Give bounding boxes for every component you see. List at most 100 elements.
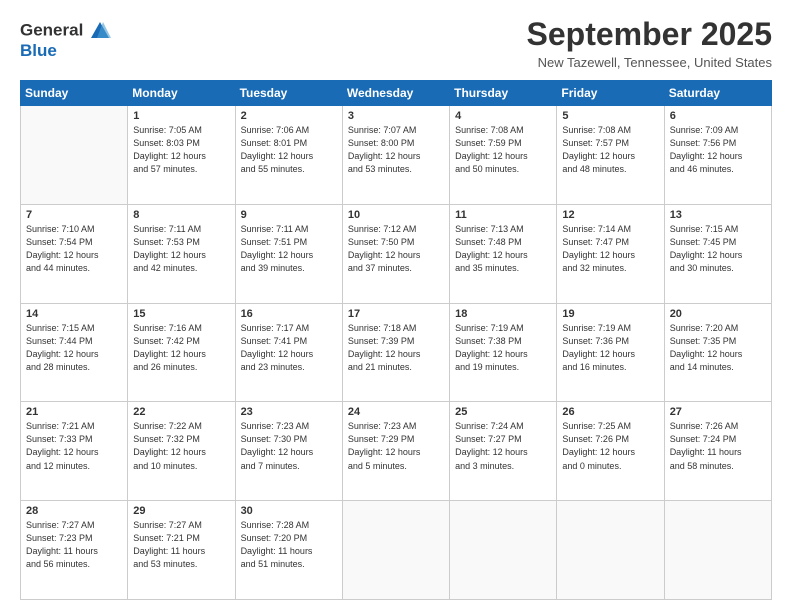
day-info: Sunrise: 7:15 AM Sunset: 7:45 PM Dayligh… [670, 223, 766, 275]
table-row: 7Sunrise: 7:10 AM Sunset: 7:54 PM Daylig… [21, 204, 128, 303]
day-info: Sunrise: 7:18 AM Sunset: 7:39 PM Dayligh… [348, 322, 444, 374]
table-row: 4 Sunrise: 7:08 AM Sunset: 7:59 PM Daylig… [450, 106, 557, 205]
day-info: Sunrise: 7:17 AM Sunset: 7:41 PM Dayligh… [241, 322, 337, 374]
table-row [21, 106, 128, 205]
col-saturday: Saturday [664, 81, 771, 106]
day-number: 26 [562, 406, 658, 418]
day-number: 29 [133, 505, 229, 517]
day-number: 23 [241, 406, 337, 418]
table-row: 16 Sunrise: 7:17 AM Sunset: 7:41 PM Dayli… [235, 303, 342, 402]
day-number: 4 [455, 110, 551, 122]
table-row: 24 Sunrise: 7:23 AM Sunset: 7:29 PM Dayli… [342, 402, 449, 501]
table-row: 23 Sunrise: 7:23 AM Sunset: 7:30 PM Dayli… [235, 402, 342, 501]
calendar-week-row: 1 Sunrise: 7:05 AM Sunset: 8:03 PM Daylig… [21, 106, 772, 205]
table-row: 12 Sunrise: 7:14 AM Sunset: 7:47 PM Dayli… [557, 204, 664, 303]
table-row: 30 Sunrise: 7:28 AM Sunset: 7:20 PM Dayli… [235, 501, 342, 600]
day-number: 3 [348, 110, 444, 122]
day-info: Sunrise: 7:09 AM Sunset: 7:56 PM Dayligh… [670, 124, 766, 176]
day-number: 8 [133, 209, 229, 221]
day-number: 30 [241, 505, 337, 517]
day-number: 6 [670, 110, 766, 122]
day-info: Sunrise: 7:13 AM Sunset: 7:48 PM Dayligh… [455, 223, 551, 275]
day-number: 12 [562, 209, 658, 221]
day-info: Sunrise: 7:06 AM Sunset: 8:01 PM Dayligh… [241, 124, 337, 176]
table-row: 25 Sunrise: 7:24 AM Sunset: 7:27 PM Dayli… [450, 402, 557, 501]
header: General Blue September 2025 New Tazewell… [20, 16, 772, 70]
day-info: Sunrise: 7:08 AM Sunset: 7:57 PM Dayligh… [562, 124, 658, 176]
col-thursday: Thursday [450, 81, 557, 106]
table-row: 15 Sunrise: 7:16 AM Sunset: 7:42 PM Dayli… [128, 303, 235, 402]
day-number: 18 [455, 308, 551, 320]
table-row: 3 Sunrise: 7:07 AM Sunset: 8:00 PM Daylig… [342, 106, 449, 205]
day-info: Sunrise: 7:08 AM Sunset: 7:59 PM Dayligh… [455, 124, 551, 176]
col-monday: Monday [128, 81, 235, 106]
day-info: Sunrise: 7:19 AM Sunset: 7:38 PM Dayligh… [455, 322, 551, 374]
day-info: Sunrise: 7:07 AM Sunset: 8:00 PM Dayligh… [348, 124, 444, 176]
day-number: 11 [455, 209, 551, 221]
table-row [342, 501, 449, 600]
table-row: 18 Sunrise: 7:19 AM Sunset: 7:38 PM Dayli… [450, 303, 557, 402]
day-info: Sunrise: 7:21 AM Sunset: 7:33 PM Dayligh… [26, 420, 122, 472]
day-number: 14 [26, 308, 122, 320]
location: New Tazewell, Tennessee, United States [527, 55, 772, 70]
logo-general: General [20, 20, 83, 39]
day-info: Sunrise: 7:23 AM Sunset: 7:29 PM Dayligh… [348, 420, 444, 472]
day-number: 27 [670, 406, 766, 418]
table-row: 13 Sunrise: 7:15 AM Sunset: 7:45 PM Dayli… [664, 204, 771, 303]
table-row: 27 Sunrise: 7:26 AM Sunset: 7:24 PM Dayli… [664, 402, 771, 501]
page: General Blue September 2025 New Tazewell… [0, 0, 792, 612]
table-row: 1 Sunrise: 7:05 AM Sunset: 8:03 PM Daylig… [128, 106, 235, 205]
day-number: 25 [455, 406, 551, 418]
day-info: Sunrise: 7:27 AM Sunset: 7:21 PM Dayligh… [133, 519, 229, 571]
day-number: 24 [348, 406, 444, 418]
col-friday: Friday [557, 81, 664, 106]
logo: General Blue [20, 20, 111, 61]
day-number: 21 [26, 406, 122, 418]
table-row: 21 Sunrise: 7:21 AM Sunset: 7:33 PM Dayli… [21, 402, 128, 501]
table-row: 10Sunrise: 7:12 AM Sunset: 7:50 PM Dayli… [342, 204, 449, 303]
table-row: 28 Sunrise: 7:27 AM Sunset: 7:23 PM Dayli… [21, 501, 128, 600]
day-number: 13 [670, 209, 766, 221]
day-info: Sunrise: 7:15 AM Sunset: 7:44 PM Dayligh… [26, 322, 122, 374]
table-row: 17 Sunrise: 7:18 AM Sunset: 7:39 PM Dayli… [342, 303, 449, 402]
day-number: 5 [562, 110, 658, 122]
table-row: 22Sunrise: 7:22 AM Sunset: 7:32 PM Dayli… [128, 402, 235, 501]
calendar-week-row: 21 Sunrise: 7:21 AM Sunset: 7:33 PM Dayli… [21, 402, 772, 501]
table-row: 5 Sunrise: 7:08 AM Sunset: 7:57 PM Daylig… [557, 106, 664, 205]
logo-icon [89, 20, 111, 42]
day-info: Sunrise: 7:05 AM Sunset: 8:03 PM Dayligh… [133, 124, 229, 176]
day-number: 28 [26, 505, 122, 517]
table-row: 19Sunrise: 7:19 AM Sunset: 7:36 PM Dayli… [557, 303, 664, 402]
day-info: Sunrise: 7:24 AM Sunset: 7:27 PM Dayligh… [455, 420, 551, 472]
day-info: Sunrise: 7:26 AM Sunset: 7:24 PM Dayligh… [670, 420, 766, 472]
day-info: Sunrise: 7:16 AM Sunset: 7:42 PM Dayligh… [133, 322, 229, 374]
calendar-header-row: Sunday Monday Tuesday Wednesday Thursday… [21, 81, 772, 106]
day-number: 10 [348, 209, 444, 221]
day-number: 9 [241, 209, 337, 221]
table-row [664, 501, 771, 600]
day-info: Sunrise: 7:27 AM Sunset: 7:23 PM Dayligh… [26, 519, 122, 571]
day-number: 17 [348, 308, 444, 320]
day-info: Sunrise: 7:28 AM Sunset: 7:20 PM Dayligh… [241, 519, 337, 571]
day-info: Sunrise: 7:25 AM Sunset: 7:26 PM Dayligh… [562, 420, 658, 472]
col-sunday: Sunday [21, 81, 128, 106]
day-number: 19 [562, 308, 658, 320]
calendar-table: Sunday Monday Tuesday Wednesday Thursday… [20, 80, 772, 600]
day-info: Sunrise: 7:11 AM Sunset: 7:51 PM Dayligh… [241, 223, 337, 275]
day-number: 20 [670, 308, 766, 320]
day-number: 22 [133, 406, 229, 418]
day-info: Sunrise: 7:23 AM Sunset: 7:30 PM Dayligh… [241, 420, 337, 472]
col-tuesday: Tuesday [235, 81, 342, 106]
col-wednesday: Wednesday [342, 81, 449, 106]
table-row [557, 501, 664, 600]
day-info: Sunrise: 7:20 AM Sunset: 7:35 PM Dayligh… [670, 322, 766, 374]
table-row: 20 Sunrise: 7:20 AM Sunset: 7:35 PM Dayli… [664, 303, 771, 402]
table-row: 6 Sunrise: 7:09 AM Sunset: 7:56 PM Daylig… [664, 106, 771, 205]
day-number: 1 [133, 110, 229, 122]
title-block: September 2025 New Tazewell, Tennessee, … [527, 16, 772, 70]
day-number: 16 [241, 308, 337, 320]
calendar-week-row: 7Sunrise: 7:10 AM Sunset: 7:54 PM Daylig… [21, 204, 772, 303]
day-info: Sunrise: 7:14 AM Sunset: 7:47 PM Dayligh… [562, 223, 658, 275]
day-number: 15 [133, 308, 229, 320]
table-row: 14 Sunrise: 7:15 AM Sunset: 7:44 PM Dayli… [21, 303, 128, 402]
